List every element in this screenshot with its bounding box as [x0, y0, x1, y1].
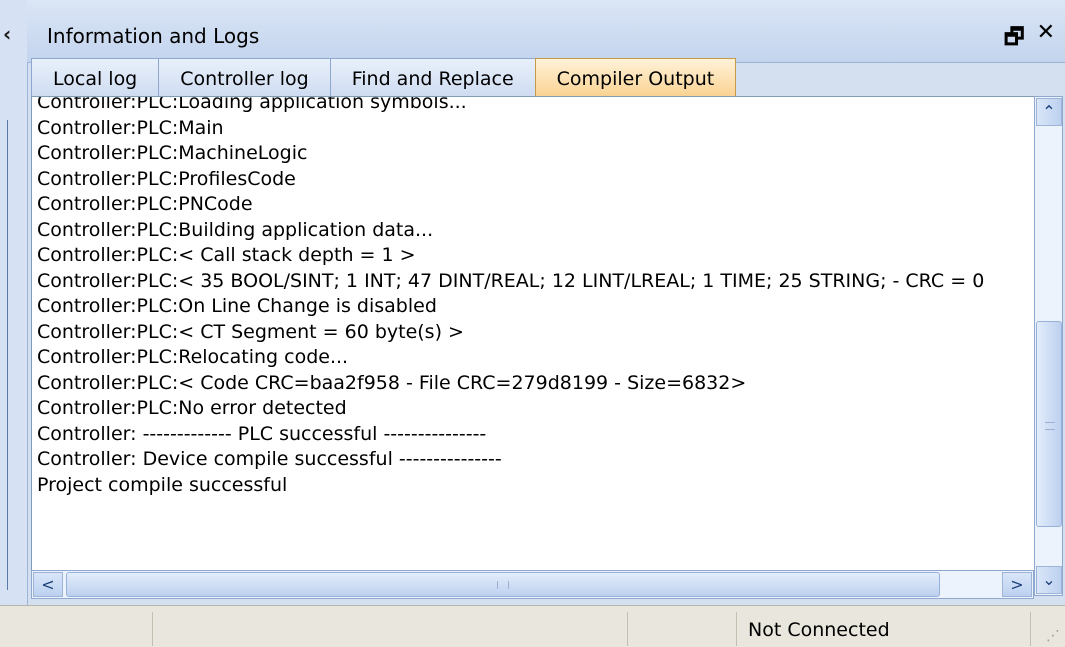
tab-compiler-output[interactable]: Compiler Output — [534, 58, 737, 96]
scroll-up-button[interactable]: ⌃ — [1036, 98, 1062, 126]
resize-grip-icon[interactable]: ⋰ — [1046, 628, 1061, 644]
log-tabs: Local log Controller log Find and Replac… — [31, 58, 737, 96]
status-separator — [1030, 612, 1031, 646]
status-separator — [627, 612, 628, 646]
log-line: Controller:PLC:Building application data… — [37, 218, 434, 241]
log-line: Controller:PLC:< Call stack depth = 1 > — [37, 244, 416, 266]
scroll-down-button[interactable]: ⌄ — [1036, 566, 1062, 594]
horizontal-scroll-thumb[interactable] — [66, 572, 940, 597]
status-separator — [152, 612, 153, 646]
status-separator — [736, 612, 737, 646]
close-icon[interactable]: ✕ — [1037, 20, 1055, 58]
vertical-scrollbar[interactable]: ⌃ ⌄ — [1034, 96, 1063, 596]
log-line: Controller: ------------- PLC successful… — [37, 422, 487, 445]
scroll-left-button[interactable]: < — [33, 572, 63, 597]
scroll-grip-icon — [497, 581, 509, 589]
log-line: Controller:PLC:On Line Change is disable… — [37, 295, 437, 317]
vertical-scroll-thumb[interactable] — [1036, 321, 1062, 527]
log-line: Controller:PLC:< CT Segment = 60 byte(s)… — [37, 320, 464, 343]
left-panel-edge — [7, 120, 8, 590]
compiler-output-pane[interactable]: Controller:PLC:Loading application symbo… — [31, 96, 1036, 572]
log-line: Controller:PLC:Main — [37, 116, 224, 139]
log-line: Controller:PLC:Loading application symbo… — [37, 96, 467, 113]
log-line: Controller:PLC:ProfilesCode — [37, 167, 296, 190]
panel-title-bar: Information and Logs 🗗 ✕ — [27, 0, 1065, 63]
panel-controls: 🗗 ✕ — [1004, 20, 1055, 58]
log-line: Controller:PLC:PNCode — [37, 193, 253, 215]
left-panel-strip: ‹ — [0, 0, 28, 605]
float-window-icon[interactable]: 🗗 — [1004, 20, 1025, 58]
collapse-panel-icon[interactable]: ‹ — [3, 22, 11, 46]
scroll-right-button[interactable]: > — [1002, 572, 1032, 597]
tab-find-and-replace[interactable]: Find and Replace — [329, 58, 536, 96]
log-line: Controller: Device compile successful --… — [37, 448, 502, 470]
log-line: Controller:PLC:MachineLogic — [37, 142, 308, 164]
horizontal-scrollbar[interactable]: < > — [31, 570, 1034, 599]
log-line: Project compile successful — [37, 473, 288, 496]
tab-controller-log[interactable]: Controller log — [158, 58, 331, 96]
status-bar: Not Connected ⋰ — [0, 605, 1065, 647]
panel-title: Information and Logs — [47, 24, 260, 48]
log-line: Controller:PLC:Relocating code... — [37, 346, 349, 368]
compiler-output-log: Controller:PLC:Loading application symbo… — [37, 96, 985, 498]
log-line: Controller:PLC:< Code CRC=baa2f958 - Fil… — [37, 371, 747, 394]
connection-status: Not Connected — [748, 619, 890, 641]
tab-local-log[interactable]: Local log — [31, 58, 160, 96]
log-line: Controller:PLC:< 35 BOOL/SINT; 1 INT; 47… — [37, 269, 985, 292]
scroll-grip-icon — [1045, 422, 1055, 430]
log-line: Controller:PLC:No error detected — [37, 397, 347, 419]
